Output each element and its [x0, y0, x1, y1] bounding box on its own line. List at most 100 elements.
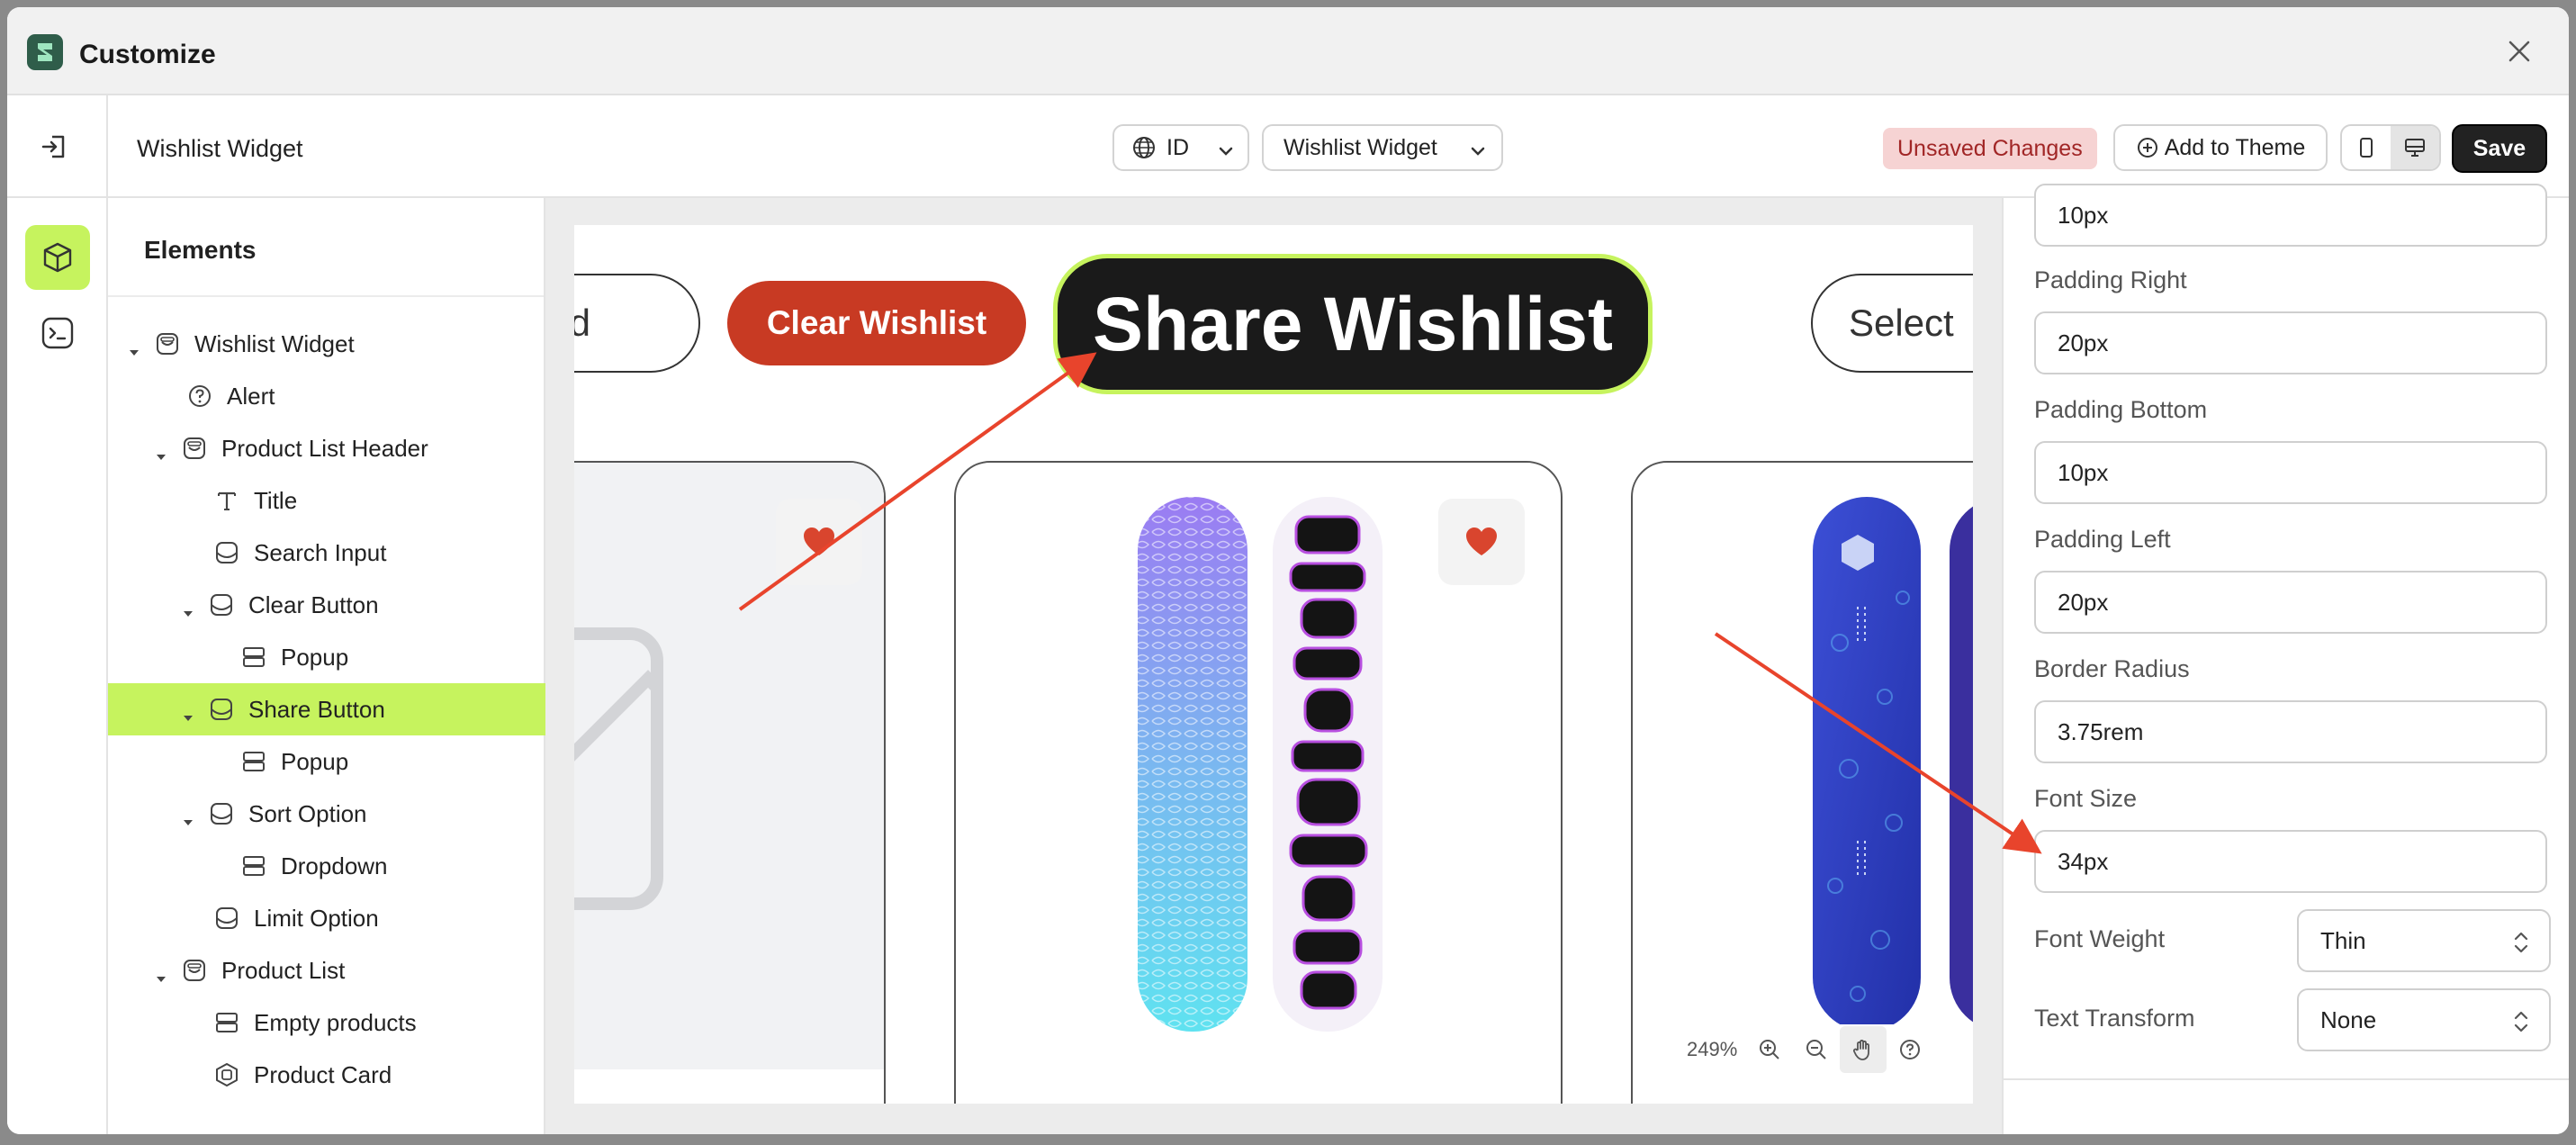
favorite-button[interactable]	[776, 499, 862, 585]
favorite-button[interactable]	[1438, 499, 1525, 585]
zoom-out-button[interactable]	[1793, 1026, 1840, 1073]
language-select[interactable]: ID	[1112, 124, 1249, 171]
elements-panel-title: Elements	[144, 236, 257, 264]
tree-item-empty-products[interactable]: Empty products	[108, 996, 545, 1049]
block-icon	[207, 591, 236, 619]
tree-item-label: Search Input	[254, 538, 387, 566]
divider	[106, 95, 108, 198]
help-button[interactable]	[1887, 1026, 1933, 1073]
tree-item-clear-popup[interactable]: Popup	[108, 631, 545, 683]
caret-down-icon[interactable]	[182, 703, 194, 721]
desktop-icon	[2405, 139, 2425, 157]
padding-top-input[interactable]: 10px	[2034, 184, 2547, 247]
section-icon	[180, 956, 209, 985]
pan-tool-button[interactable]	[1840, 1026, 1887, 1073]
text-icon	[212, 486, 241, 515]
page-title: Wishlist Widget	[137, 135, 303, 162]
tree-item-limit-option[interactable]: Limit Option	[108, 892, 545, 944]
desktop-view-button[interactable]	[2391, 126, 2439, 169]
customize-window: Customize Wishlist Widget ID Wishlist Wi…	[7, 7, 2569, 1134]
zoom-level: 249%	[1687, 1038, 1738, 1060]
zoom-in-button[interactable]	[1746, 1026, 1793, 1073]
caret-down-icon[interactable]	[155, 442, 167, 460]
heart-icon	[1466, 527, 1497, 555]
tree-item-label: Dropdown	[281, 852, 388, 879]
padding-bottom-label: Padding Bottom	[2034, 396, 2208, 423]
widget-select[interactable]: Wishlist Widget	[1262, 124, 1503, 171]
sort-select-preview[interactable]: Select	[1811, 274, 1973, 373]
chevron-down-icon	[1469, 140, 1487, 158]
tree-item-share-button[interactable]: Share Button	[108, 683, 545, 735]
hand-icon	[1853, 1040, 1870, 1060]
tree-item-share-popup[interactable]: Popup	[108, 735, 545, 788]
padding-left-label: Padding Left	[2034, 526, 2171, 553]
widget-icon	[153, 329, 182, 358]
mobile-view-button[interactable]	[2342, 126, 2391, 169]
font-weight-select[interactable]: Thin	[2297, 909, 2551, 972]
divider	[108, 295, 544, 297]
padding-right-input[interactable]: 20px	[2034, 311, 2547, 374]
tree-item-clear-button[interactable]: Clear Button	[108, 579, 545, 631]
tree-item-label: Product Card	[254, 1060, 392, 1088]
layout-icon	[239, 643, 268, 672]
font-size-input[interactable]: 34px	[2034, 830, 2547, 893]
text-transform-label: Text Transform	[2034, 1005, 2195, 1032]
padding-right-label: Padding Right	[2034, 266, 2187, 293]
border-radius-input[interactable]: 3.75rem	[2034, 700, 2547, 763]
caret-down-icon[interactable]	[182, 807, 194, 825]
mobile-icon	[2360, 138, 2373, 158]
heart-icon	[804, 527, 834, 555]
tree-item-label: Clear Button	[248, 591, 379, 618]
tree-item-label: Popup	[281, 747, 349, 775]
caret-down-icon[interactable]	[155, 964, 167, 982]
tree-item-label: Share Button	[248, 695, 385, 723]
title-bar: Customize	[7, 7, 2569, 95]
text-transform-value: None	[2320, 1005, 2377, 1033]
product-card[interactable]	[574, 461, 886, 1104]
tree-item-label: Alert	[227, 382, 275, 410]
tree-item-product-list[interactable]: Product List	[108, 944, 545, 996]
help-circle-icon	[185, 382, 214, 410]
share-wishlist-button[interactable]: Share Wishlist	[1053, 254, 1653, 394]
tree-item-product-list-header[interactable]: Product List Header	[108, 422, 545, 474]
tree-item-wishlist-widget[interactable]: Wishlist Widget	[108, 318, 545, 370]
close-icon[interactable]	[2506, 38, 2533, 65]
search-input-partial-text: d	[574, 302, 590, 344]
zoom-out-icon	[1806, 1040, 1826, 1059]
caret-down-icon[interactable]	[128, 338, 140, 356]
elements-tab-button[interactable]	[25, 225, 90, 290]
exit-icon[interactable]	[40, 131, 70, 162]
tree-item-sort-option[interactable]: Sort Option	[108, 788, 545, 840]
layout-icon	[239, 852, 268, 880]
tree-item-label: Popup	[281, 643, 349, 671]
zoom-in-icon	[1760, 1040, 1779, 1059]
window-title: Customize	[79, 40, 216, 69]
padding-bottom-input[interactable]: 10px	[2034, 441, 2547, 504]
block-icon	[207, 695, 236, 724]
tree-item-title[interactable]: Title	[108, 474, 545, 527]
widget-select-value: Wishlist Widget	[1283, 134, 1437, 160]
tree-item-search-input[interactable]: Search Input	[108, 527, 545, 579]
tree-item-product-card[interactable]: Product Card	[108, 1049, 545, 1101]
padding-left-input[interactable]: 20px	[2034, 571, 2547, 634]
section-icon	[180, 434, 209, 463]
text-transform-select[interactable]: None	[2297, 988, 2551, 1051]
font-weight-label: Font Weight	[2034, 925, 2166, 952]
terminal-icon	[41, 317, 74, 349]
tree-item-alert[interactable]: Alert	[108, 370, 545, 422]
tree-item-label: Limit Option	[254, 904, 379, 932]
code-tab-button[interactable]	[40, 315, 76, 351]
clear-wishlist-button[interactable]: Clear Wishlist	[727, 281, 1026, 365]
product-card[interactable]	[1631, 461, 1973, 1104]
save-button[interactable]: Save	[2452, 124, 2547, 173]
caret-down-icon[interactable]	[182, 599, 194, 617]
left-rail	[7, 198, 108, 1134]
editor-toolbar: Wishlist Widget ID Wishlist Widget Unsav…	[7, 95, 2569, 198]
properties-panel: 10px Padding Right 20px Padding Bottom 1…	[2002, 184, 2569, 1134]
search-input-preview[interactable]: d	[574, 274, 700, 373]
add-to-theme-button[interactable]: Add to Theme	[2113, 124, 2328, 171]
product-card[interactable]	[954, 461, 1563, 1104]
tree-item-dropdown[interactable]: Dropdown	[108, 840, 545, 892]
tree-item-label: Wishlist Widget	[194, 329, 355, 357]
font-weight-value: Thin	[2320, 926, 2366, 954]
